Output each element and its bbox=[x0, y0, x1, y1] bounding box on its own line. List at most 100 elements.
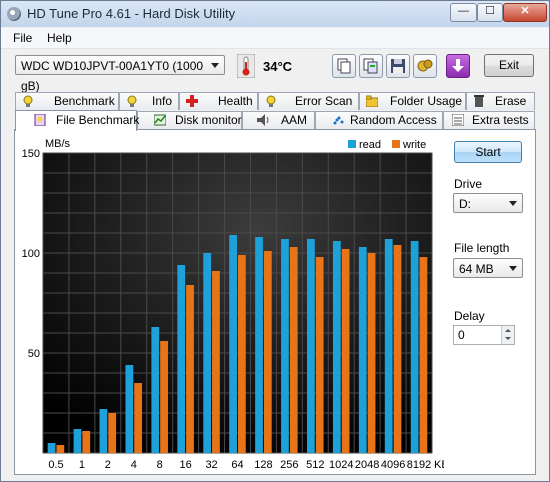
chevron-down-icon bbox=[509, 201, 517, 206]
benchmark-chart: 150 100 50 MB/s 0.5 1 2 4 8 16 32 64 128 256 512 1024 20… bbox=[22, 138, 444, 471]
spin-up-icon[interactable] bbox=[501, 326, 514, 335]
x-tick-label: 2 bbox=[105, 459, 111, 471]
exit-button[interactable]: Exit bbox=[484, 54, 534, 77]
bar-write bbox=[367, 253, 376, 453]
tab-disk-monitor[interactable]: Disk monitor bbox=[137, 111, 242, 129]
tab-error-scan[interactable]: Error Scan bbox=[258, 92, 359, 110]
window-title: HD Tune Pro 4.61 - Hard Disk Utility bbox=[27, 6, 236, 21]
tab-health[interactable]: Health bbox=[179, 92, 258, 110]
drive-select[interactable]: WDC WD10JPVT-00A1YT0 (1000 gB) bbox=[15, 55, 225, 93]
copy-icon bbox=[337, 58, 351, 74]
bar-write bbox=[315, 257, 324, 453]
file-length-label: File length bbox=[454, 241, 510, 255]
health-cross-icon bbox=[186, 95, 198, 107]
bar-write bbox=[289, 247, 298, 453]
bar-write bbox=[160, 341, 168, 453]
bar-read bbox=[151, 327, 160, 453]
tab-benchmark[interactable]: Benchmark bbox=[15, 92, 119, 110]
bar-write bbox=[341, 249, 350, 453]
menu-help[interactable]: Help bbox=[47, 31, 72, 45]
x-tick-label: 1024 bbox=[329, 459, 353, 471]
start-button[interactable]: Start bbox=[454, 141, 522, 163]
minimize-button[interactable]: — bbox=[450, 3, 477, 22]
bar-write bbox=[237, 255, 246, 453]
bar-write bbox=[212, 271, 220, 453]
extra-tests-icon bbox=[452, 114, 464, 126]
tab-info[interactable]: Info bbox=[119, 92, 179, 110]
x-tick-label: 8192 bbox=[407, 459, 431, 471]
drive-letter-value: D: bbox=[459, 197, 471, 211]
tab-health-label: Health bbox=[218, 94, 253, 108]
bar-write bbox=[108, 413, 117, 453]
bar-write bbox=[419, 257, 428, 453]
bar-read bbox=[307, 239, 315, 453]
x-tick-label: 128 bbox=[254, 459, 272, 471]
bar-read bbox=[384, 239, 393, 453]
delay-label: Delay bbox=[454, 309, 485, 323]
tab-erase-label: Erase bbox=[495, 94, 527, 108]
tab-file-benchmark[interactable]: File Benchmark bbox=[15, 110, 140, 131]
x-tick-label: 0.5 bbox=[48, 459, 63, 471]
tab-folder-usage[interactable]: Folder Usage bbox=[359, 92, 466, 110]
bar-read bbox=[358, 247, 367, 453]
x-tick-label: 512 bbox=[306, 459, 324, 471]
tab-disk-monitor-label: Disk monitor bbox=[175, 113, 242, 127]
save-icon bbox=[391, 59, 405, 73]
random-access-icon bbox=[333, 116, 344, 125]
disk-monitor-icon bbox=[154, 114, 166, 126]
file-benchmark-icon bbox=[34, 114, 46, 126]
legend-swatch-read bbox=[348, 140, 356, 148]
menu-bar: File Help bbox=[1, 28, 549, 49]
tab-erase[interactable]: Erase bbox=[466, 92, 535, 110]
x-tick-label: 8 bbox=[157, 459, 163, 471]
spin-down-icon[interactable] bbox=[501, 335, 514, 344]
delay-value: 0 bbox=[458, 328, 465, 342]
tab-random-access-label: Random Access bbox=[350, 113, 437, 127]
bar-write bbox=[263, 251, 272, 453]
hdtune-app-icon bbox=[7, 7, 21, 21]
menu-file[interactable]: File bbox=[13, 31, 32, 45]
bar-write bbox=[186, 285, 194, 453]
speaker-icon bbox=[257, 114, 269, 126]
close-button[interactable]: ✕ bbox=[503, 3, 547, 22]
drive-label: Drive bbox=[454, 177, 483, 191]
legend-label-write: write bbox=[402, 139, 426, 151]
y-tick-label: 150 bbox=[22, 148, 40, 160]
bar-write bbox=[82, 431, 91, 453]
bar-read bbox=[73, 429, 82, 453]
maximize-button[interactable]: ☐ bbox=[477, 3, 503, 22]
tab-info-label: Info bbox=[152, 94, 173, 108]
bar-read bbox=[177, 265, 186, 453]
tab-extra-tests[interactable]: Extra tests bbox=[443, 111, 535, 129]
file-length-value: 64 MB bbox=[459, 262, 494, 276]
bar-read bbox=[125, 365, 134, 453]
tab-benchmark-label: Benchmark bbox=[54, 94, 115, 108]
bar-read bbox=[332, 241, 341, 453]
legend-label-read: read bbox=[359, 139, 381, 151]
download-icon bbox=[452, 59, 464, 72]
title-bar[interactable]: HD Tune Pro 4.61 - Hard Disk Utility — ☐… bbox=[1, 1, 549, 27]
tab-random-access[interactable]: Random Access bbox=[315, 111, 443, 129]
bar-read bbox=[281, 239, 289, 453]
bar-read bbox=[229, 235, 237, 453]
file-length-select[interactable]: 64 MB bbox=[453, 258, 523, 278]
trash-icon bbox=[474, 95, 484, 107]
save-button[interactable] bbox=[386, 54, 410, 78]
bar-write bbox=[56, 445, 65, 453]
copy-all-button[interactable] bbox=[359, 54, 383, 78]
x-tick-label: 64 bbox=[231, 459, 243, 471]
tab-aam-label: AAM bbox=[281, 113, 308, 127]
copy-button[interactable] bbox=[332, 54, 356, 78]
x-tick-label: 4096 bbox=[381, 459, 405, 471]
error-scan-icon bbox=[266, 95, 276, 107]
bar-read bbox=[410, 241, 419, 453]
bar-write bbox=[393, 245, 402, 453]
options-button[interactable] bbox=[413, 54, 437, 78]
x-axis-unit: KB bbox=[434, 459, 444, 471]
tab-aam[interactable]: AAM bbox=[242, 111, 315, 129]
tab-file-benchmark-label: File Benchmark bbox=[56, 113, 140, 127]
download-button[interactable] bbox=[446, 54, 470, 78]
drive-letter-select[interactable]: D: bbox=[453, 193, 523, 213]
delay-spinner[interactable]: 0 bbox=[453, 325, 515, 345]
chevron-down-icon bbox=[211, 63, 219, 68]
